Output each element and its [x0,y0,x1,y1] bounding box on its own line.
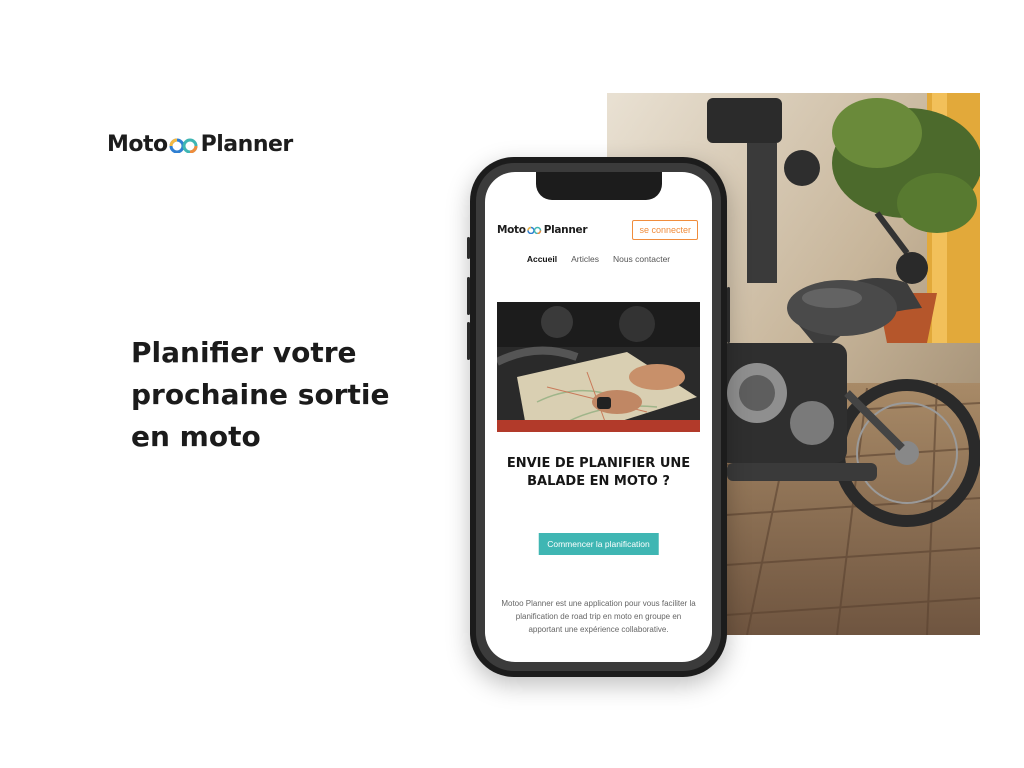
mobile-brand-logo[interactable]: Moto Planner [497,224,588,236]
nav-item-home[interactable]: Accueil [527,254,557,264]
brand-name-start: Moto [107,132,168,157]
login-button[interactable]: se connecter [632,220,698,240]
phone-power-button [727,287,730,343]
mobile-brand-name-start: Moto [497,224,526,236]
mobile-hero-title: ENVIE DE PLANIFIER UNE BALADE EN MOTO ? [506,456,691,489]
nav-item-contact[interactable]: Nous contacter [613,254,670,264]
phone-volume-up-button [467,277,470,315]
brand-logo: Moto Planner [107,132,293,157]
mobile-brand-name-end: Planner [543,224,588,236]
phone-mute-switch [467,237,470,259]
double-circle-logo-icon [526,226,542,234]
mobile-description: Motoo Planner est une application pour v… [501,599,696,634]
tagline-heading: Planifier votre prochaine sortie en moto [131,336,390,453]
start-planning-button[interactable]: Commencer la planification [538,533,659,555]
map-and-hands-photo [497,302,700,432]
phone-screen: Moto Planner se connecter Accueil Articl… [485,172,712,662]
mobile-nav: Accueil Articles Nous contacter [485,254,712,264]
phone-notch [535,172,662,200]
phone-mockup: Moto Planner se connecter Accueil Articl… [467,157,730,677]
mobile-header: Moto Planner se connecter [485,217,712,243]
double-circle-logo-icon [169,137,199,153]
nav-item-articles[interactable]: Articles [571,254,599,264]
brand-name-end: Planner [200,132,294,157]
phone-volume-down-button [467,322,470,360]
